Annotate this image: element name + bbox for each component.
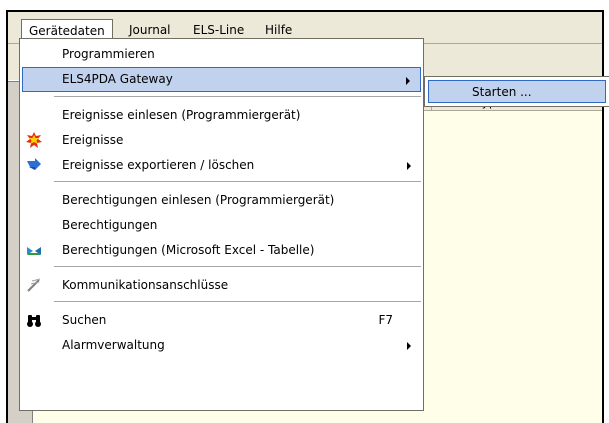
shortcut-label: F7 bbox=[378, 313, 393, 327]
menu-item-label: Ereignisse exportieren / löschen bbox=[62, 158, 255, 172]
menu-item-label: Berechtigungen einlesen (Programmiergerä… bbox=[62, 193, 335, 207]
els4pda-gateway-submenu: Starten ... bbox=[424, 76, 609, 107]
menu-item-label: ELS4PDA Gateway bbox=[62, 72, 173, 86]
menu-item-label: Alarmverwaltung bbox=[62, 338, 165, 352]
submenu-arrow-icon bbox=[406, 77, 410, 85]
menu-item-alarmverwaltung[interactable]: Alarmverwaltung bbox=[22, 333, 421, 358]
menu-els-line[interactable]: ELS-Line bbox=[186, 21, 251, 39]
binoculars-icon bbox=[27, 315, 41, 327]
menu-item-berechtigungen-excel[interactable]: Berechtigungen (Microsoft Excel - Tabell… bbox=[22, 238, 421, 263]
menu-item-kommunikationsanschluesse[interactable]: Kommunikationsanschlüsse bbox=[22, 273, 421, 298]
connection-icon bbox=[27, 278, 41, 292]
excel-icon bbox=[27, 247, 41, 255]
menu-item-label: Programmieren bbox=[62, 47, 155, 61]
menu-item-label: Ereignisse bbox=[62, 133, 124, 147]
menu-item-els4pda-gateway[interactable]: ELS4PDA Gateway bbox=[22, 67, 421, 92]
menu-item-label: Ereignisse einlesen (Programmiergerät) bbox=[62, 108, 301, 122]
menu-hilfe[interactable]: Hilfe bbox=[258, 21, 299, 39]
menu-separator bbox=[54, 181, 421, 182]
export-arrow-icon bbox=[27, 158, 41, 170]
menu-item-ereignisse-exportieren[interactable]: Ereignisse exportieren / löschen bbox=[22, 153, 421, 178]
submenu-arrow-icon bbox=[407, 162, 411, 170]
menu-item-berechtigungen[interactable]: Berechtigungen bbox=[22, 213, 421, 238]
menu-separator bbox=[54, 266, 421, 267]
submenu-item-starten[interactable]: Starten ... bbox=[428, 80, 606, 103]
menu-item-label: Berechtigungen (Microsoft Excel - Tabell… bbox=[62, 243, 315, 257]
menu-separator bbox=[54, 301, 421, 302]
events-burst-icon bbox=[26, 132, 42, 148]
menu-item-label: Suchen bbox=[62, 313, 107, 327]
menu-item-label: Kommunikationsanschlüsse bbox=[62, 278, 229, 292]
menu-item-label: Berechtigungen bbox=[62, 218, 158, 232]
menu-item-suchen[interactable]: Suchen F7 bbox=[22, 308, 421, 333]
submenu-arrow-icon bbox=[407, 342, 411, 350]
submenu-item-label: Starten ... bbox=[472, 85, 532, 99]
menu-item-ereignisse[interactable]: Ereignisse bbox=[22, 128, 421, 153]
geraetedaten-dropdown-menu: Programmieren ELS4PDA Gateway Ereignisse… bbox=[19, 38, 424, 411]
menu-journal[interactable]: Journal bbox=[122, 21, 178, 39]
menu-item-ereignisse-einlesen[interactable]: Ereignisse einlesen (Programmiergerät) bbox=[22, 103, 421, 128]
menu-item-berechtigungen-einlesen[interactable]: Berechtigungen einlesen (Programmiergerä… bbox=[22, 188, 421, 213]
menu-separator bbox=[54, 96, 421, 97]
menu-item-programmieren[interactable]: Programmieren bbox=[22, 42, 421, 67]
